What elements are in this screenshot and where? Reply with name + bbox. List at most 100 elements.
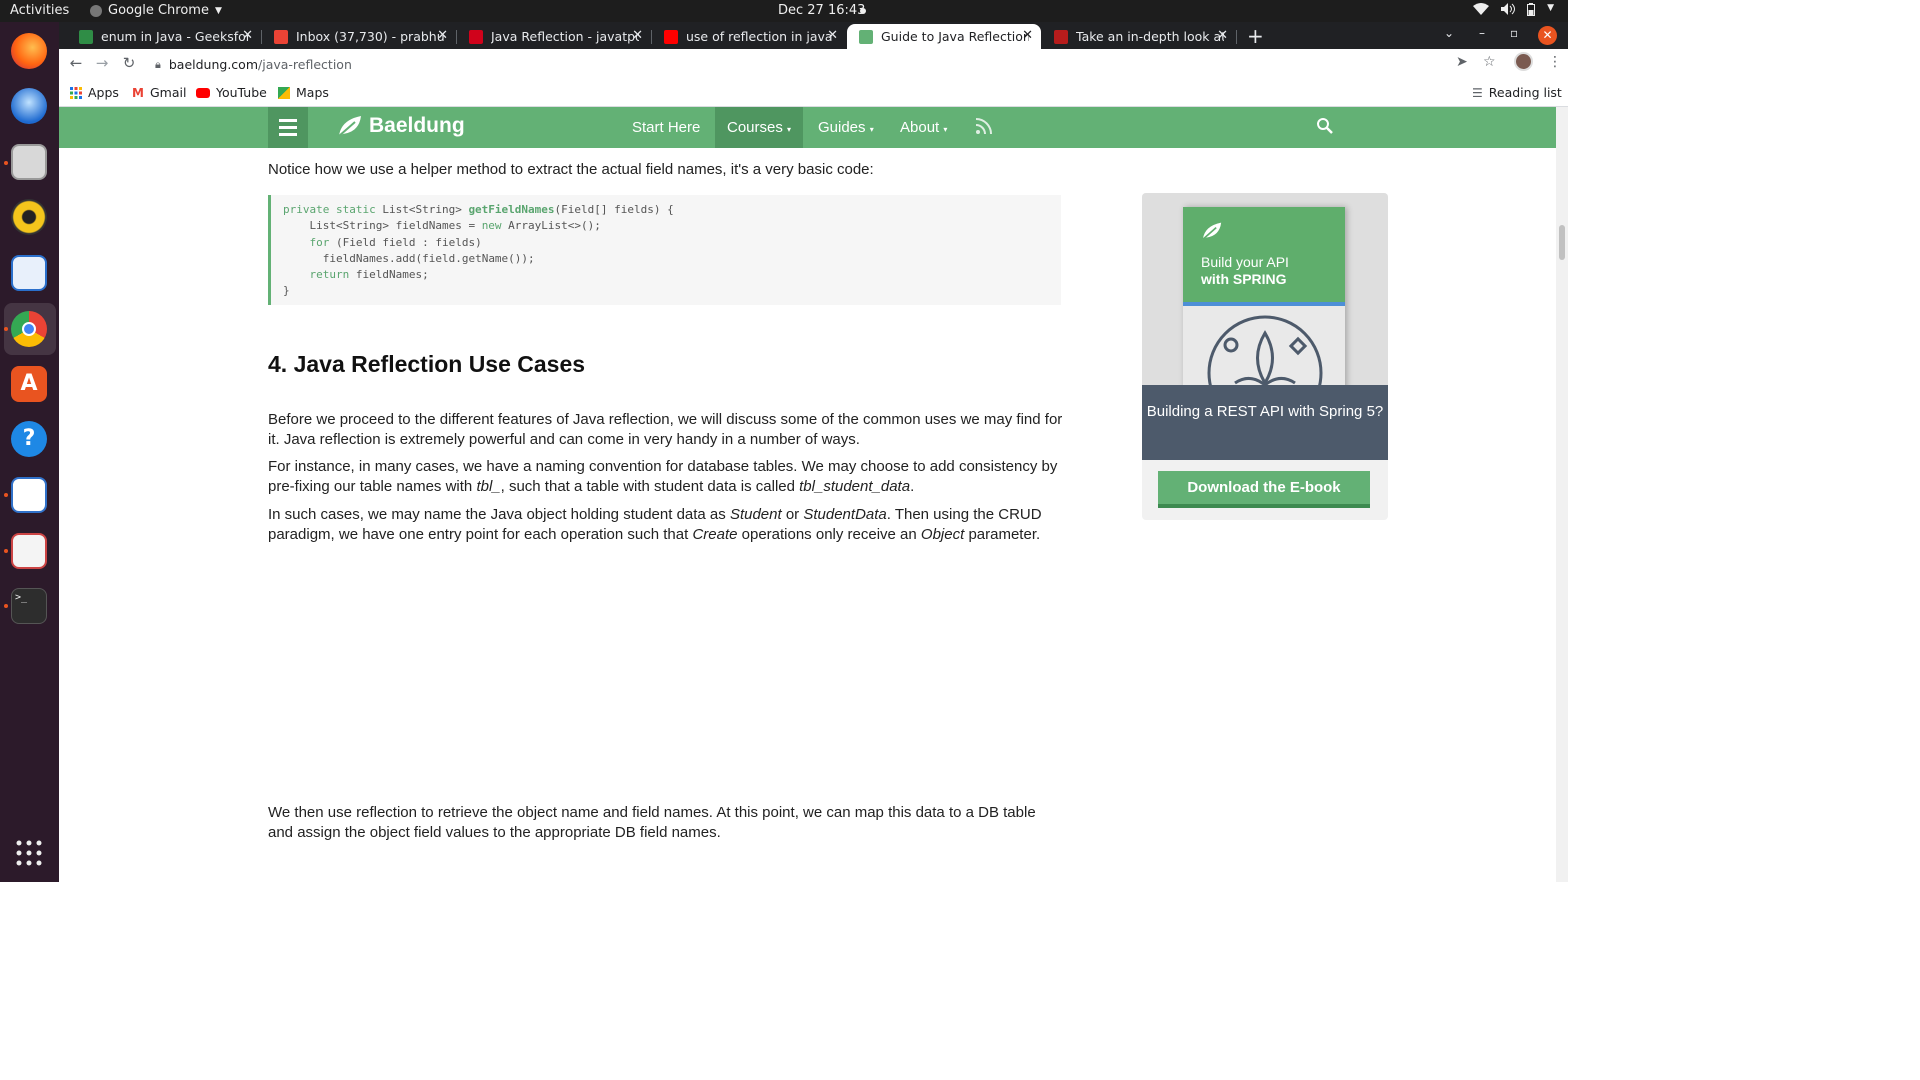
code-line: fieldNames.add(field.getName()); <box>283 251 1061 267</box>
download-ebook-button[interactable]: Download the E-book <box>1158 471 1370 508</box>
nav-courses[interactable]: Courses ▾ <box>715 107 804 148</box>
tab-title: enum in Java - GeeksforG <box>101 29 249 44</box>
nav-guides[interactable]: Guides ▾ <box>806 107 886 148</box>
baeldung-logo[interactable]: Baeldung <box>337 114 465 138</box>
code-token: new <box>481 219 502 233</box>
reload-icon[interactable]: ↻ <box>119 54 139 72</box>
page-scrollbar[interactable] <box>1556 107 1568 882</box>
dock-text-editor[interactable] <box>9 475 49 515</box>
text-run: In such cases, we may name the Java obje… <box>268 506 730 523</box>
running-indicator <box>4 493 8 497</box>
send-icon[interactable]: ➤ <box>1456 54 1468 70</box>
nav-about[interactable]: About ▾ <box>888 107 959 148</box>
dock-help[interactable]: ? <box>9 419 49 459</box>
leaf-icon <box>338 116 361 137</box>
battery-icon <box>1527 3 1536 19</box>
address-bar[interactable]: 🔒︎ baeldung.com/java-reflection <box>149 51 1529 78</box>
javatpoint-favicon-icon <box>469 29 483 44</box>
code-token: } <box>283 284 290 298</box>
system-tray[interactable]: ▼ <box>1473 3 1554 19</box>
article-paragraph: For instance, in many cases, we have a n… <box>268 457 1058 496</box>
code-token: fieldNames.add(field.getName()); <box>322 251 535 265</box>
close-tab-icon[interactable]: ✕ <box>437 28 448 43</box>
url-text: baeldung.com/java-reflection <box>169 57 352 72</box>
document-viewer-icon <box>11 533 47 569</box>
activities-button[interactable]: Activities <box>10 3 69 18</box>
tab-infoworld[interactable]: Take an in-depth look at th ✕ <box>1042 24 1236 49</box>
dock-thunderbird[interactable] <box>9 86 49 126</box>
show-applications-button[interactable] <box>9 833 49 873</box>
text-run: operations only receive an <box>737 525 921 543</box>
bookmark-star-icon[interactable]: ☆ <box>1483 54 1496 70</box>
close-tab-icon[interactable]: ✕ <box>242 28 253 43</box>
geeksforgeeks-favicon-icon <box>79 29 93 44</box>
dock-rhythmbox[interactable] <box>9 197 49 237</box>
dock-terminal[interactable]: >_ <box>9 586 49 626</box>
close-tab-icon[interactable]: ✕ <box>1022 28 1033 43</box>
tab-baeldung[interactable]: Guide to Java Reflection | ✕ <box>847 24 1041 49</box>
dock-firefox[interactable] <box>9 31 49 71</box>
tab-youtube[interactable]: use of reflection in java - Y ✕ <box>652 24 846 49</box>
clock[interactable]: Dec 27 16:43 <box>778 3 865 18</box>
text-editor-icon <box>11 477 47 513</box>
avatar[interactable] <box>1514 52 1533 75</box>
url-domain: baeldung.com <box>168 57 259 72</box>
site-navbar: Baeldung Start Here Courses ▾ Guides ▾ A… <box>59 107 1556 148</box>
back-icon[interactable]: ← <box>66 54 86 72</box>
wifi-icon <box>1473 3 1490 19</box>
close-tab-icon[interactable]: ✕ <box>1217 28 1228 43</box>
close-tab-icon[interactable]: ✕ <box>827 28 838 43</box>
running-indicator <box>4 327 8 331</box>
text-run: tbl_student_data <box>799 477 911 495</box>
ebook-cover-image[interactable]: Build your API with SPRING <box>1142 193 1388 385</box>
chevron-down-icon: ▾ <box>787 125 792 134</box>
rss-feed-icon[interactable] <box>975 117 993 139</box>
code-line: } <box>283 283 1061 299</box>
close-window-icon[interactable]: ✕ <box>1538 26 1557 45</box>
dock-writer[interactable] <box>9 253 49 293</box>
ebook-ad: Build your API with SPRING Building a RE… <box>1142 193 1388 520</box>
infoworld-favicon-icon <box>1054 29 1068 44</box>
book-title-line: with SPRING <box>1201 271 1287 287</box>
code-line: List<String> fieldNames = new ArrayList<… <box>283 218 1061 234</box>
hamburger-menu-icon[interactable] <box>268 107 308 148</box>
nav-start-here[interactable]: Start Here <box>620 107 712 148</box>
dock-software[interactable]: A <box>9 364 49 404</box>
bookmark-gmail[interactable]: M Gmail <box>132 85 186 100</box>
chevron-down-icon: ▾ <box>869 125 874 134</box>
menu-icon[interactable]: ⋮ <box>1548 54 1562 70</box>
app-menu[interactable]: Google Chrome ▼ <box>90 3 222 18</box>
bookmark-maps[interactable]: Maps <box>278 85 329 100</box>
code-token: return <box>309 268 350 282</box>
ebook-caption: Building a REST API with Spring 5? <box>1142 385 1388 460</box>
reading-list-button[interactable]: ☰ Reading list <box>1472 85 1562 100</box>
bookmark-apps[interactable]: Apps <box>70 85 119 100</box>
nav-label: Start Here <box>632 119 701 136</box>
tab-javatpoint[interactable]: Java Reflection - javatpoi ✕ <box>457 24 651 49</box>
tab-title: use of reflection in java - Y <box>686 29 834 44</box>
forward-icon[interactable]: → <box>92 54 112 72</box>
close-tab-icon[interactable]: ✕ <box>632 28 643 43</box>
maximize-icon[interactable]: ▫ <box>1510 26 1518 40</box>
dock-files[interactable] <box>9 142 49 182</box>
search-icon[interactable] <box>1316 117 1334 139</box>
tab-geeksforgeeks[interactable]: enum in Java - GeeksforG ✕ <box>67 24 261 49</box>
book-stripe <box>1183 302 1345 306</box>
minimize-icon[interactable]: – <box>1479 26 1485 40</box>
code-line: return fieldNames; <box>283 267 1061 283</box>
code-block[interactable]: private static List<String> getFieldName… <box>268 195 1061 305</box>
terminal-icon: >_ <box>11 588 47 624</box>
new-tab-button[interactable]: + <box>1247 24 1264 48</box>
tab-gmail[interactable]: Inbox (37,730) - prabhuon ✕ <box>262 24 456 49</box>
dock-document-viewer[interactable] <box>9 531 49 571</box>
dock-chrome[interactable] <box>9 309 49 349</box>
bookmark-youtube[interactable]: YouTube <box>196 85 267 100</box>
tab-title: Take an in-depth look at th <box>1076 29 1224 44</box>
tab-search-icon[interactable]: ⌄ <box>1444 26 1454 40</box>
scrollbar-thumb[interactable] <box>1559 225 1565 260</box>
software-center-icon: A <box>11 366 47 402</box>
nav-label: Courses <box>727 119 783 136</box>
gmail-icon: M <box>132 85 144 100</box>
